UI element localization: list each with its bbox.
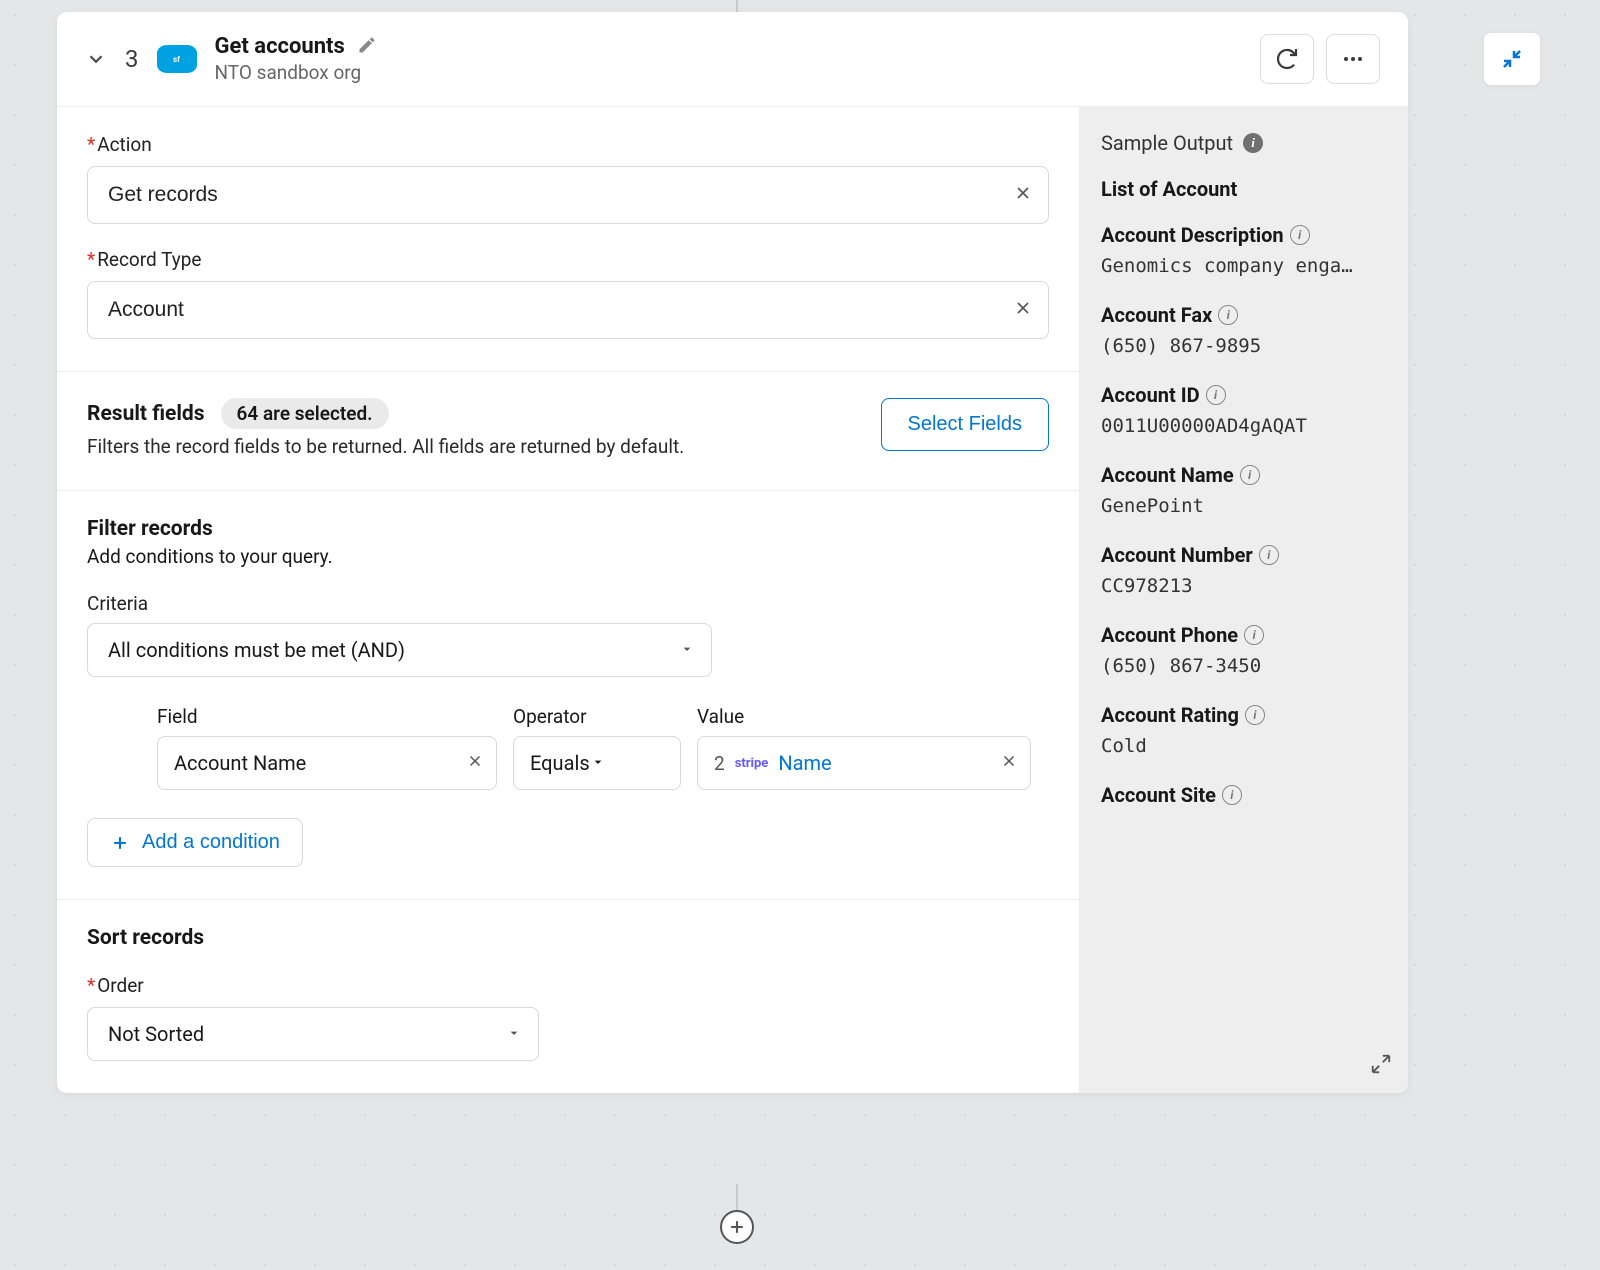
info-icon[interactable]: i bbox=[1245, 705, 1265, 725]
collapse-panel-button[interactable] bbox=[1483, 32, 1541, 86]
result-fields-title: Result fields bbox=[87, 402, 205, 426]
result-fields-desc: Filters the record fields to be returned… bbox=[87, 435, 861, 458]
step-title: Get accounts bbox=[215, 34, 345, 59]
info-icon[interactable]: i bbox=[1222, 785, 1242, 805]
condition-field-input[interactable]: Account Name bbox=[157, 736, 497, 790]
value-column-header: Value bbox=[697, 705, 1031, 728]
info-icon[interactable]: i bbox=[1259, 545, 1279, 565]
sample-field: Account Faxi (650) 867-9895 bbox=[1101, 303, 1386, 357]
caret-down-icon bbox=[679, 638, 695, 662]
info-icon[interactable]: i bbox=[1243, 133, 1263, 153]
condition-value-input[interactable]: 2 stripe Name bbox=[697, 736, 1031, 790]
step-header: 3 sf Get accounts NTO sandbox org bbox=[57, 12, 1408, 107]
sort-title: Sort records bbox=[87, 926, 1049, 950]
sample-field: Account Ratingi Cold bbox=[1101, 703, 1386, 757]
sample-field-value: GenePoint bbox=[1101, 495, 1386, 517]
criteria-select[interactable]: All conditions must be met (AND) bbox=[87, 623, 712, 677]
step-subtitle: NTO sandbox org bbox=[215, 61, 1243, 84]
sort-records-section: Sort records *Order Not Sorted bbox=[57, 900, 1079, 1093]
condition-row: Field Account Name Operator Eq bbox=[157, 705, 1049, 790]
sample-field-label: Account Ratingi bbox=[1101, 703, 1386, 727]
salesforce-logo-icon: sf bbox=[157, 45, 197, 73]
sample-field-label: Account Faxi bbox=[1101, 303, 1386, 327]
caret-down-icon bbox=[506, 1022, 522, 1046]
info-icon[interactable]: i bbox=[1206, 385, 1226, 405]
filter-title: Filter records bbox=[87, 517, 1049, 541]
add-condition-button[interactable]: Add a condition bbox=[87, 818, 303, 867]
sample-output-list-heading: List of Account bbox=[1101, 177, 1386, 201]
action-section: *Action *Record Type bbox=[57, 107, 1079, 372]
sample-field-label: Account Numberi bbox=[1101, 543, 1386, 567]
criteria-label: Criteria bbox=[87, 592, 1049, 615]
sample-field-label: Account Descriptioni bbox=[1101, 223, 1386, 247]
flow-connector-top bbox=[736, 0, 738, 12]
refresh-button[interactable] bbox=[1260, 34, 1314, 84]
add-step-button[interactable] bbox=[720, 1210, 754, 1244]
edit-title-icon[interactable] bbox=[357, 35, 377, 59]
sample-field: Account Descriptioni Genomics company eng… bbox=[1101, 223, 1386, 277]
record-type-input[interactable] bbox=[87, 281, 1049, 339]
sample-field-value: CC978213 bbox=[1101, 575, 1386, 597]
sample-field-label: Account Sitei bbox=[1101, 783, 1386, 807]
sample-field: Account Phonei (650) 867-3450 bbox=[1101, 623, 1386, 677]
order-select[interactable]: Not Sorted bbox=[87, 1007, 539, 1061]
info-icon[interactable]: i bbox=[1240, 465, 1260, 485]
sample-field: Account Sitei bbox=[1101, 783, 1386, 815]
order-label: *Order bbox=[87, 974, 1049, 997]
record-type-label: *Record Type bbox=[87, 248, 1049, 271]
sample-field-value: (650) 867-9895 bbox=[1101, 335, 1386, 357]
sample-field-value: Cold bbox=[1101, 735, 1386, 757]
sample-output-title: Sample Output i bbox=[1101, 131, 1386, 155]
filter-records-section: Filter records Add conditions to your qu… bbox=[57, 491, 1079, 900]
step-number: 3 bbox=[125, 45, 139, 73]
sample-field-label: Account Phonei bbox=[1101, 623, 1386, 647]
action-label: *Action bbox=[87, 133, 1049, 156]
result-fields-section: Result fields 64 are selected. Filters t… bbox=[57, 372, 1079, 491]
caret-down-icon bbox=[590, 751, 606, 775]
clear-value-icon[interactable] bbox=[1000, 751, 1018, 775]
sample-field: Account Namei GenePoint bbox=[1101, 463, 1386, 517]
action-input[interactable] bbox=[87, 166, 1049, 224]
clear-record-type-icon[interactable] bbox=[1013, 298, 1033, 322]
more-actions-button[interactable] bbox=[1326, 34, 1380, 84]
select-fields-button[interactable]: Select Fields bbox=[881, 398, 1050, 451]
info-icon[interactable]: i bbox=[1290, 225, 1310, 245]
expand-pane-icon[interactable] bbox=[1370, 1053, 1392, 1079]
collapse-chevron-icon[interactable] bbox=[85, 48, 107, 70]
sample-field: Account IDi 0011U00000AD4gAQAT bbox=[1101, 383, 1386, 437]
sample-output-pane: Sample Output i List of Account Account … bbox=[1079, 107, 1408, 1093]
criteria-value: All conditions must be met (AND) bbox=[108, 638, 405, 662]
operator-column-header: Operator bbox=[513, 705, 681, 728]
step-card: 3 sf Get accounts NTO sandbox org bbox=[57, 12, 1408, 1093]
sample-field-value: Genomics company enga… bbox=[1101, 255, 1386, 277]
sample-field-label: Account Namei bbox=[1101, 463, 1386, 487]
sample-field: Account Numberi CC978213 bbox=[1101, 543, 1386, 597]
sample-field-value: (650) 867-3450 bbox=[1101, 655, 1386, 677]
filter-desc: Add conditions to your query. bbox=[87, 545, 1049, 568]
result-fields-count-chip: 64 are selected. bbox=[221, 398, 389, 429]
condition-operator-select[interactable]: Equals bbox=[513, 736, 681, 790]
sample-field-value: 0011U00000AD4gAQAT bbox=[1101, 415, 1386, 437]
sample-field-label: Account IDi bbox=[1101, 383, 1386, 407]
clear-field-icon[interactable] bbox=[466, 751, 484, 775]
field-column-header: Field bbox=[157, 705, 497, 728]
info-icon[interactable]: i bbox=[1218, 305, 1238, 325]
clear-action-icon[interactable] bbox=[1013, 183, 1033, 207]
info-icon[interactable]: i bbox=[1244, 625, 1264, 645]
